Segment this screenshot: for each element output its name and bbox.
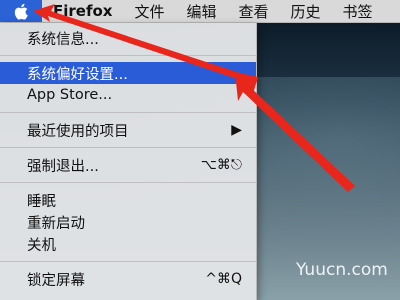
window-dark-area: [250, 22, 400, 77]
menu-item-sleep[interactable]: 睡眠: [0, 189, 256, 211]
menu-item-label: 系统偏好设置...: [27, 66, 128, 83]
menu-separator: [0, 112, 256, 113]
menubar-item-file[interactable]: 文件: [123, 1, 175, 22]
menu-item-label: 重新启动: [27, 215, 85, 232]
menubar-item-view[interactable]: 查看: [228, 1, 280, 22]
menu-item-label: 睡眠: [27, 193, 56, 210]
menu-item-lock-screen[interactable]: 锁定屏幕 ^⌘Q: [0, 268, 256, 290]
menu-item-force-quit[interactable]: 强制退出... ⌥⌘⎋: [0, 154, 256, 176]
menubar-item-bookmarks[interactable]: 书签: [332, 1, 384, 22]
menu-separator: [0, 55, 256, 56]
apple-dropdown-menu: 系统信息... 系统偏好设置... App Store... 最近使用的项目 ▶…: [0, 23, 257, 300]
watermark-text: Yuucn.com: [296, 260, 388, 280]
menubar-item-edit[interactable]: 编辑: [175, 1, 227, 22]
menubar-item-history[interactable]: 历史: [280, 1, 332, 22]
apple-menu-button[interactable]: [0, 0, 42, 22]
menu-item-label: App Store...: [27, 87, 113, 103]
menu-item-system-preferences[interactable]: 系统偏好设置...: [0, 62, 256, 84]
menu-item-shutdown[interactable]: 关机: [0, 233, 256, 255]
menu-item-shortcut: ⌥⌘⎋: [200, 157, 242, 173]
menu-item-recent-items[interactable]: 最近使用的项目 ▶: [0, 119, 256, 141]
menu-bar: Firefox 文件 编辑 查看 历史 书签: [0, 0, 400, 23]
menu-separator: [0, 261, 256, 262]
menu-separator: [0, 147, 256, 148]
menu-item-system-info[interactable]: 系统信息...: [0, 27, 256, 49]
menu-separator: [0, 182, 256, 183]
menubar-item-firefox[interactable]: Firefox: [42, 2, 123, 20]
menu-item-label: 锁定屏幕: [27, 272, 85, 289]
menu-item-label: 最近使用的项目: [27, 123, 129, 140]
apple-icon: [14, 3, 28, 20]
menu-item-app-store[interactable]: App Store...: [0, 84, 256, 106]
menu-item-restart[interactable]: 重新启动: [0, 211, 256, 233]
menu-item-label: 强制退出...: [27, 158, 99, 175]
menu-item-label: 关机: [27, 237, 56, 254]
submenu-arrow-icon: ▶: [231, 122, 242, 138]
menu-item-label: 系统信息...: [27, 31, 99, 48]
menu-item-shortcut: ^⌘Q: [205, 271, 242, 287]
